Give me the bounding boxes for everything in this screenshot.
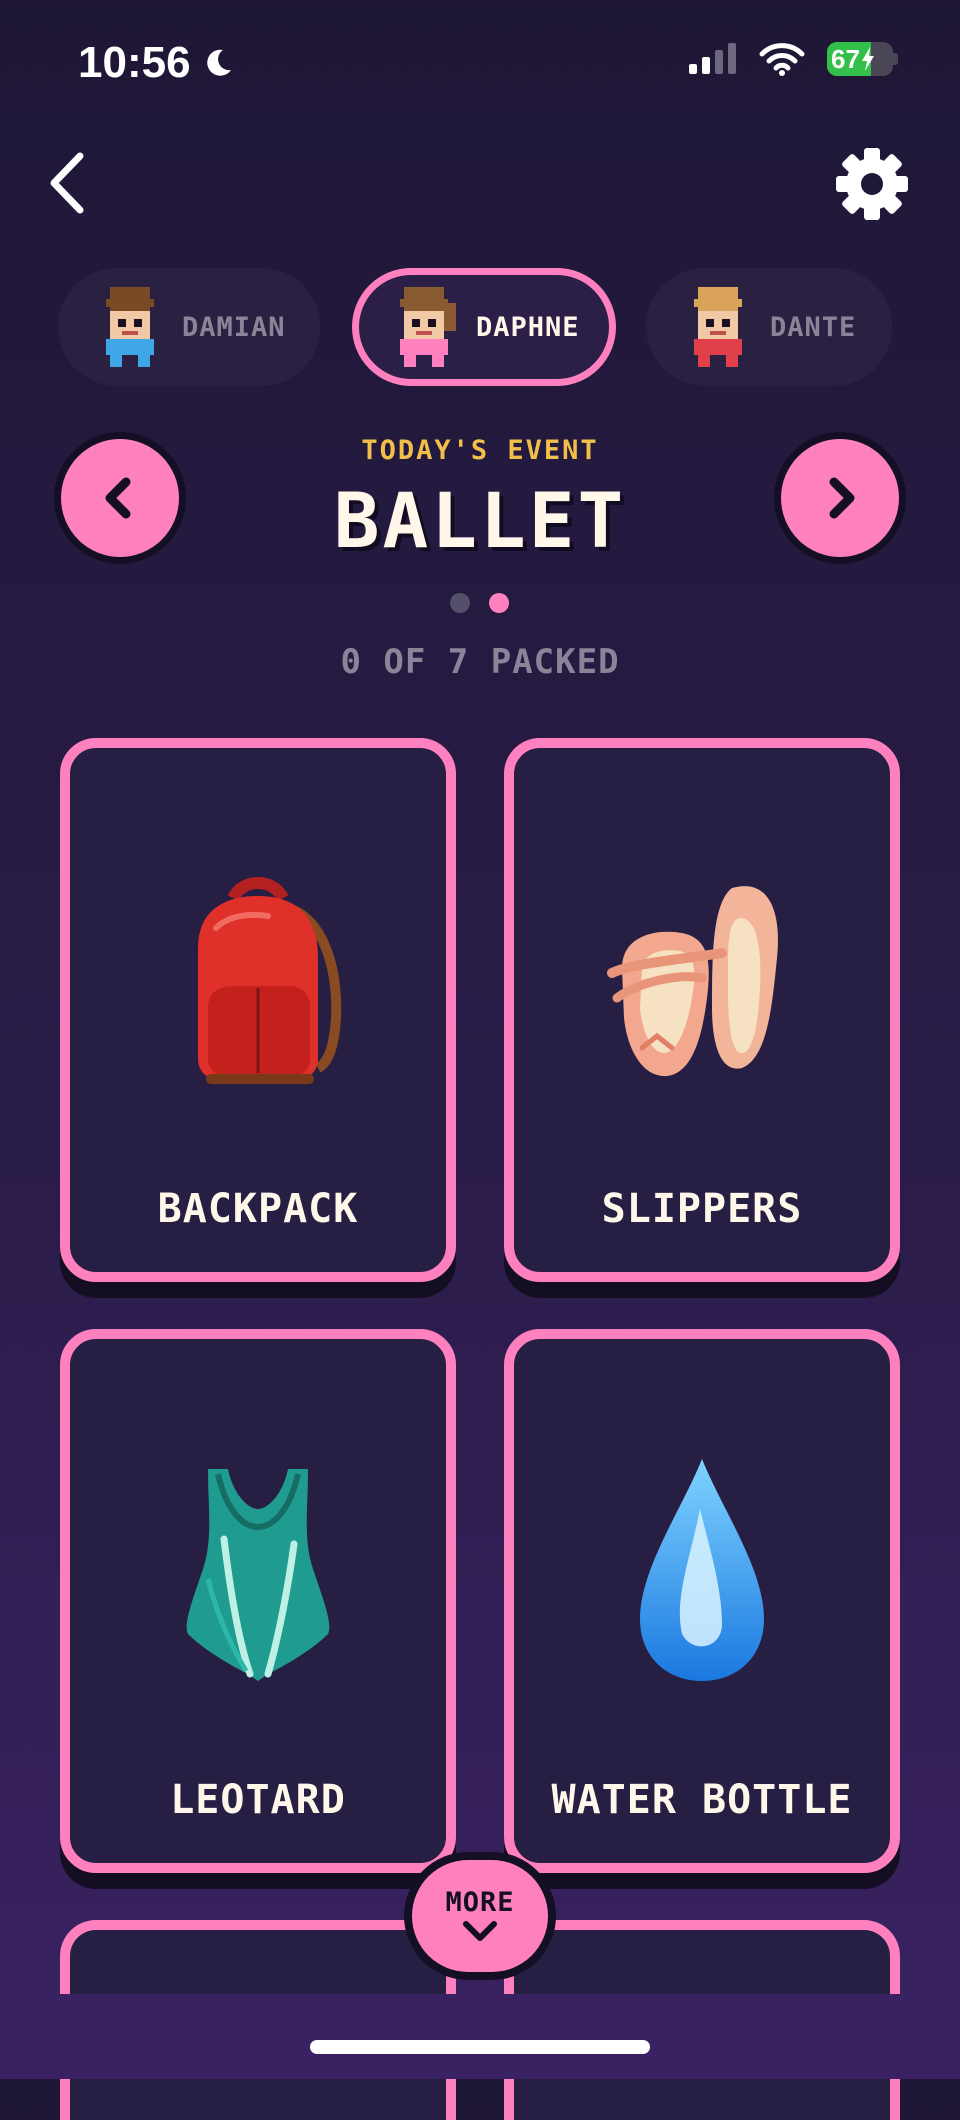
water-drop-icon xyxy=(640,1459,764,1681)
wifi-icon xyxy=(759,43,805,76)
item-card-water-bottle[interactable]: WATER BOTTLE xyxy=(504,1329,900,1873)
bottom-safe-area xyxy=(0,1994,960,2079)
event-label: TODAY'S EVENT xyxy=(361,435,599,466)
settings-button[interactable] xyxy=(834,146,910,222)
chevron-left-icon xyxy=(50,152,84,214)
item-card-backpack[interactable]: BACKPACK xyxy=(60,738,456,1282)
item-label: LEOTARD xyxy=(170,1777,346,1823)
item-label: WATER BOTTLE xyxy=(551,1777,853,1823)
profile-damian[interactable]: DAMIAN xyxy=(58,268,320,386)
event-title: BALLET xyxy=(333,476,627,565)
profile-daphne[interactable]: DAPHNE xyxy=(352,268,616,386)
back-button[interactable] xyxy=(40,148,100,218)
more-label: MORE xyxy=(445,1886,515,1918)
leotard-icon xyxy=(186,1469,330,1681)
status-time-text: 10:56 xyxy=(78,38,191,87)
item-card-leotard[interactable]: LEOTARD xyxy=(60,1329,456,1873)
boy-avatar-icon xyxy=(106,287,154,367)
profile-name: DANTE xyxy=(770,311,857,343)
boy-avatar-icon xyxy=(694,287,742,367)
profile-name: DAPHNE xyxy=(476,311,580,343)
item-card-slippers[interactable]: SLIPPERS xyxy=(504,738,900,1282)
battery-indicator: 67 xyxy=(827,42,898,76)
battery-icon: 67 xyxy=(827,42,893,76)
status-time: 10:56 xyxy=(78,38,235,88)
battery-cap xyxy=(893,53,898,65)
more-button[interactable]: MORE xyxy=(412,1860,548,1972)
moon-icon xyxy=(206,49,231,76)
page-dot-2-active[interactable] xyxy=(489,593,509,613)
battery-percent: 67 xyxy=(831,43,860,74)
ballet-shoes-icon xyxy=(607,886,778,1077)
status-indicators: 67 xyxy=(687,42,898,76)
profile-dante[interactable]: DANTE xyxy=(646,268,892,386)
packed-status: 0 OF 7 PACKED xyxy=(340,642,620,682)
charging-bolt-icon xyxy=(861,47,874,71)
girl-avatar-icon xyxy=(400,287,456,367)
home-indicator[interactable] xyxy=(310,2040,650,2054)
page-dot-1[interactable] xyxy=(450,593,470,613)
gear-icon xyxy=(836,148,908,220)
backpack-icon xyxy=(198,877,342,1084)
profile-name: DAMIAN xyxy=(182,311,286,343)
cellular-signal-icon xyxy=(689,43,736,74)
item-label: SLIPPERS xyxy=(601,1186,803,1232)
chevron-down-icon xyxy=(463,1920,497,1941)
item-label: BACKPACK xyxy=(157,1186,359,1232)
